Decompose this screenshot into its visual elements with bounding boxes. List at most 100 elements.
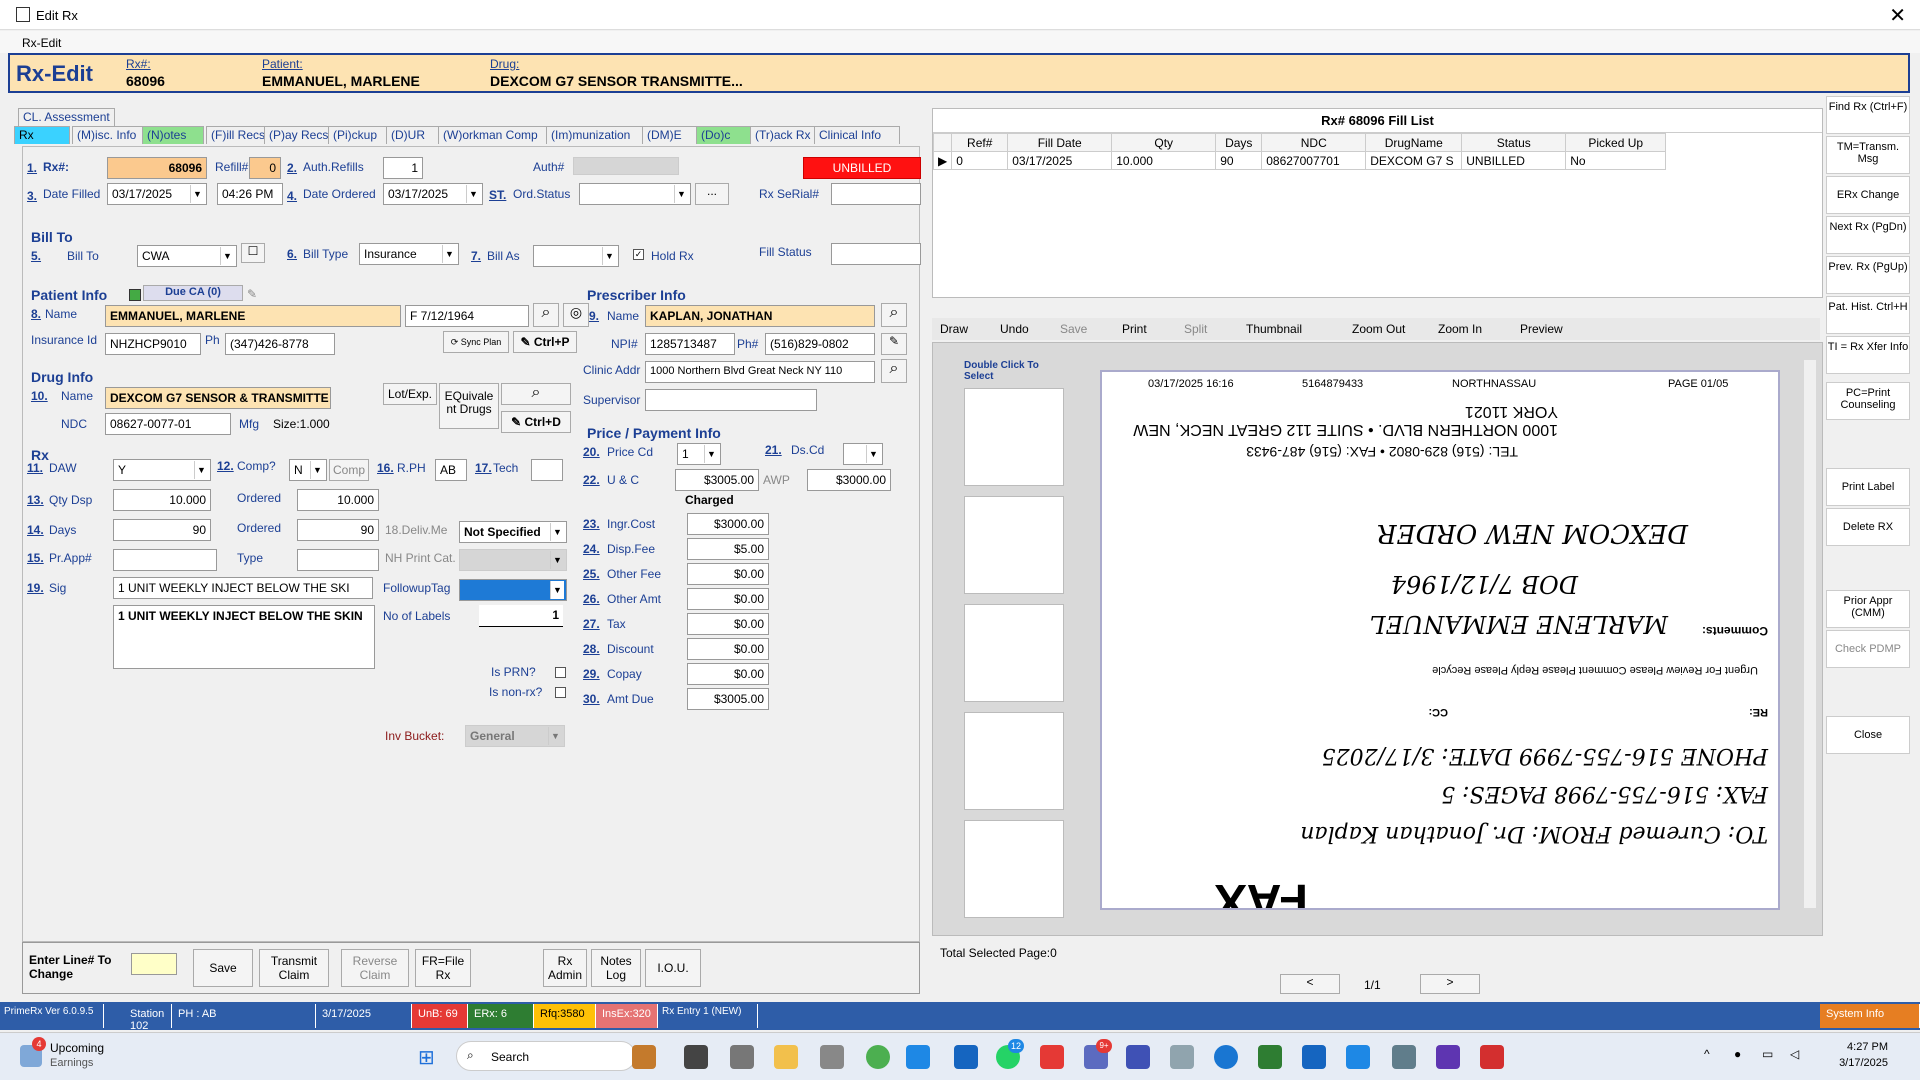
chevron-up-icon[interactable]: ^ bbox=[1704, 1047, 1710, 1061]
fill-list-column-header[interactable]: DrugName bbox=[1365, 133, 1463, 152]
prev-rx-button[interactable]: Prev. Rx (PgUp) bbox=[1826, 256, 1910, 294]
chat-icon[interactable]: ✎ bbox=[247, 287, 257, 301]
type-field[interactable] bbox=[297, 549, 379, 571]
tab-notes[interactable]: (N)otes bbox=[142, 126, 204, 144]
zoom-icon[interactable] bbox=[1214, 1045, 1238, 1069]
days-field[interactable]: 90 bbox=[113, 519, 211, 541]
patient-globe-icon[interactable]: ◎ bbox=[563, 303, 589, 327]
date-filled-field[interactable]: 03/17/2025 ▼ bbox=[107, 183, 207, 205]
print-button[interactable]: Print bbox=[1122, 322, 1147, 336]
fill-list-column-header[interactable]: NDC bbox=[1261, 133, 1367, 152]
bill-type-select[interactable]: Insurance ▼ bbox=[359, 243, 459, 265]
thumbnail-page-1[interactable] bbox=[964, 388, 1064, 486]
followup-tag-select[interactable]: ▼ bbox=[459, 579, 567, 601]
patient-phone-field[interactable]: (347)426-8778 bbox=[225, 333, 335, 355]
tab-immunization[interactable]: (Im)munization bbox=[546, 126, 652, 144]
excel-icon[interactable] bbox=[1258, 1045, 1282, 1069]
patient-search-icon[interactable]: ⌕ bbox=[533, 303, 559, 327]
time-field[interactable]: 04:26 PM bbox=[217, 183, 283, 205]
nh-print-cat-select[interactable]: ▼ bbox=[459, 549, 567, 571]
drug-search-icon[interactable]: ⌕ bbox=[501, 383, 571, 405]
prescriber-edit-icon[interactable]: ✎ bbox=[881, 333, 907, 355]
tab-dur[interactable]: (D)UR bbox=[386, 126, 446, 144]
tab-rx[interactable]: Rx bbox=[14, 126, 70, 144]
pdf-icon[interactable] bbox=[1480, 1045, 1504, 1069]
calculator-icon[interactable] bbox=[820, 1045, 844, 1069]
app-icon[interactable] bbox=[730, 1045, 754, 1069]
is-non-rx-checkbox[interactable] bbox=[555, 687, 566, 698]
supervisor-field[interactable] bbox=[645, 389, 817, 411]
inv-bucket-select[interactable]: General ▼ bbox=[465, 725, 565, 747]
transmit-claim-button[interactable]: Transmit Claim bbox=[259, 949, 329, 987]
fill-list-column-header[interactable]: Qty bbox=[1111, 133, 1217, 152]
price-row-value[interactable]: $3000.00 bbox=[687, 513, 769, 535]
fill-status-field[interactable] bbox=[831, 243, 921, 265]
refill-field[interactable]: 0 bbox=[249, 157, 281, 179]
lot-exp-button[interactable]: Lot/Exp. bbox=[383, 383, 437, 405]
terminal-icon[interactable] bbox=[684, 1045, 708, 1069]
ord-status-select[interactable]: ▼ bbox=[579, 183, 691, 205]
price-row-value[interactable]: $0.00 bbox=[687, 613, 769, 635]
no-of-labels-field[interactable]: 1 bbox=[479, 605, 563, 627]
iou-button[interactable]: I.O.U. bbox=[645, 949, 701, 987]
price-row-value[interactable]: $5.00 bbox=[687, 538, 769, 560]
ctrl-d-button[interactable]: ✎ Ctrl+D bbox=[501, 411, 571, 433]
tab-clinical-info[interactable]: Clinical Info bbox=[814, 126, 900, 144]
uc-field[interactable]: $3005.00 bbox=[675, 469, 759, 491]
tab-dme[interactable]: (DM)E bbox=[642, 126, 700, 144]
days-ordered-field[interactable]: 90 bbox=[297, 519, 379, 541]
date-ordered-field[interactable]: 03/17/2025 ▼ bbox=[383, 183, 483, 205]
fill-list-column-header[interactable]: Days bbox=[1215, 133, 1263, 152]
price-cd-select[interactable]: 1 ▼ bbox=[677, 443, 721, 465]
erx-count-cell[interactable]: ERx: 6 bbox=[468, 1004, 534, 1028]
tab-track-rx[interactable]: (Tr)ack Rx bbox=[750, 126, 820, 144]
chrome-icon[interactable] bbox=[866, 1045, 890, 1069]
next-rx-button[interactable]: Next Rx (PgDn) bbox=[1826, 216, 1910, 254]
zoom-in-button[interactable]: Zoom In bbox=[1438, 322, 1482, 336]
prior-appr-button[interactable]: Prior Appr (CMM) bbox=[1826, 590, 1910, 628]
taskbar-search[interactable]: ⌕ Search bbox=[456, 1041, 636, 1071]
fill-list-column-header[interactable]: Ref# bbox=[951, 133, 1009, 152]
equivalent-drugs-button[interactable]: EQuivale nt Drugs bbox=[439, 383, 499, 429]
briefcase-icon[interactable] bbox=[632, 1045, 656, 1069]
microphone-icon[interactable]: ● bbox=[1734, 1047, 1741, 1061]
network-icon[interactable]: ▭ bbox=[1762, 1047, 1773, 1061]
hold-rx-checkbox[interactable]: ✓ bbox=[633, 249, 644, 260]
price-row-value[interactable]: $3005.00 bbox=[687, 688, 769, 710]
bill-to-edit-icon[interactable]: ☐ bbox=[241, 243, 265, 263]
thumbnail-page-2[interactable] bbox=[964, 496, 1064, 594]
clinic-addr-field[interactable]: 1000 Northern Blvd Great Neck NY 110 bbox=[645, 361, 875, 383]
drug-name-field[interactable]: DEXCOM G7 SENSOR & TRANSMITTE bbox=[105, 387, 331, 409]
bill-as-select[interactable]: ▼ bbox=[533, 245, 619, 267]
fill-list-column-header[interactable]: Status bbox=[1461, 133, 1567, 152]
pat-hist-button[interactable]: Pat. Hist. Ctrl+H bbox=[1826, 296, 1910, 334]
print-label-button[interactable]: Print Label bbox=[1826, 468, 1910, 506]
shield-icon[interactable] bbox=[1040, 1045, 1064, 1069]
save-button[interactable]: Save bbox=[193, 949, 253, 987]
rx-admin-button[interactable]: Rx Admin bbox=[543, 949, 587, 987]
patient-name-field[interactable]: EMMANUEL, MARLENE bbox=[105, 305, 401, 327]
file-rx-button[interactable]: FR=File Rx bbox=[415, 949, 471, 987]
table-row[interactable]: ▶ 0 03/17/2025 10.000 90 08627007701 DEXCOM G7… bbox=[932, 151, 1667, 170]
tab-cl-assessment[interactable]: CL. Assessment bbox=[18, 108, 115, 126]
rph-field[interactable]: AB bbox=[435, 459, 467, 481]
primerx-2-icon[interactable] bbox=[1392, 1045, 1416, 1069]
sig-field[interactable]: 1 UNIT WEEKLY INJECT BELOW THE SKI bbox=[113, 577, 373, 599]
undo-button[interactable]: Undo bbox=[1000, 322, 1029, 336]
ndc-field[interactable]: 08627-0077-01 bbox=[105, 413, 231, 435]
viewer-scrollbar[interactable] bbox=[1804, 360, 1816, 908]
word-icon[interactable] bbox=[1302, 1045, 1326, 1069]
fill-list-column-header[interactable]: Fill Date bbox=[1007, 133, 1113, 152]
pr-app-field[interactable] bbox=[113, 549, 217, 571]
chevron-down-icon[interactable]: ▼ bbox=[466, 185, 480, 203]
sync-plan-button[interactable]: ⟳ Sync Plan bbox=[443, 331, 509, 353]
close-button[interactable]: Close bbox=[1826, 716, 1910, 754]
thumbnail-page-4[interactable] bbox=[964, 712, 1064, 810]
transm-msg-button[interactable]: TM=Transm. Msg bbox=[1826, 136, 1910, 174]
check-pdmp-button[interactable]: Check PDMP bbox=[1826, 630, 1910, 668]
ds-cd-select[interactable]: ▼ bbox=[843, 443, 883, 465]
rx-serial-field[interactable] bbox=[831, 183, 921, 205]
qty-ordered-field[interactable]: 10.000 bbox=[297, 489, 379, 511]
unbilled-count-cell[interactable]: UnB: 69 bbox=[412, 1004, 468, 1028]
split-button[interactable]: Split bbox=[1184, 322, 1207, 336]
